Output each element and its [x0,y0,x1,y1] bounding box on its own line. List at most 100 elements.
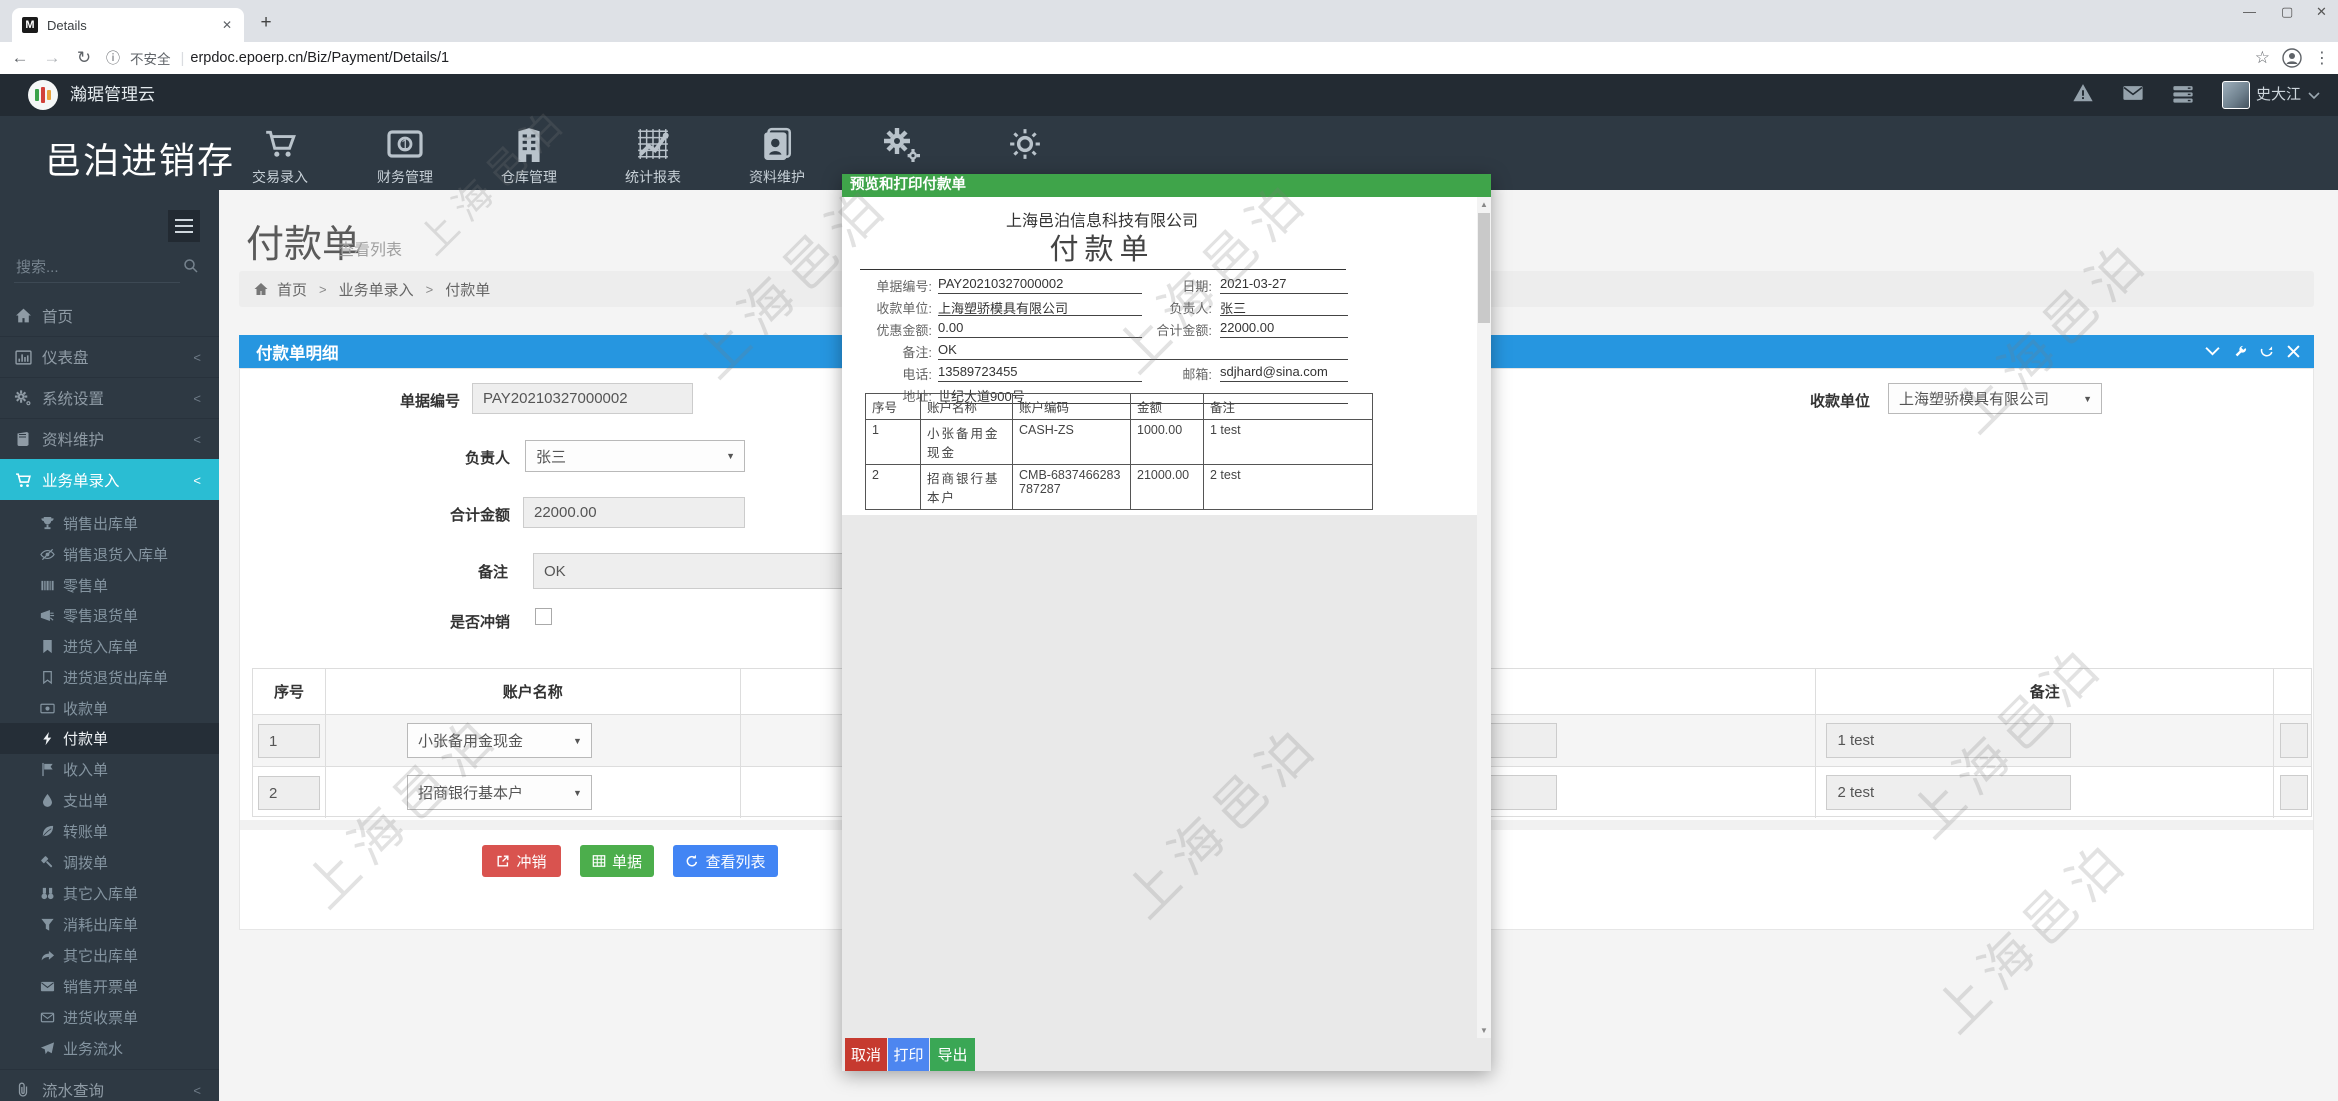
field-label: 优惠金额: [876,323,932,338]
sidebar-item-payment[interactable]: 付款单 [0,723,219,754]
sidebar-item-retail[interactable]: 零售单 [0,570,219,601]
menu-item-system[interactable] [841,124,961,167]
close-icon[interactable] [2287,345,2300,358]
reverse-checkbox[interactable] [535,608,552,625]
sidebar-item-purchase-invoice[interactable]: 进货收票单 [0,1002,219,1033]
forward-icon[interactable]: → [36,48,68,68]
reverse-button[interactable]: 冲销 [482,845,561,877]
row-no-input[interactable]: 1 [258,724,320,758]
wrench-icon[interactable] [2233,345,2247,359]
menu-item-theme[interactable] [965,124,1085,167]
sidebar-item-data-maintenance[interactable]: 资料维护 < [0,418,219,459]
profile-icon[interactable] [2282,48,2302,68]
sidebar-item-label: 收入单 [63,762,109,779]
window-maximize-icon[interactable]: ▢ [2281,4,2293,20]
sidebar-item-receipt[interactable]: 收款单 [0,693,219,724]
sidebar-item-sales-invoice[interactable]: 销售开票单 [0,971,219,1002]
field-value: 22000.00 [1220,320,1348,338]
modal-print-button[interactable]: 打印 [888,1038,929,1071]
sidebar-item-sales-return-inbound[interactable]: 销售退货入库单 [0,539,219,570]
user-name[interactable]: 史大江 [2256,82,2301,108]
sidebar-item-retail-return[interactable]: 零售退货单 [0,600,219,631]
back-icon[interactable]: ← [4,48,36,68]
modal-export-button[interactable]: 导出 [930,1038,975,1071]
sidebar-item-income[interactable]: 收入单 [0,754,219,785]
cart-icon [266,130,296,157]
sidebar-item-business-flow[interactable]: 业务流水 [0,1033,219,1064]
menu-item-warehouse[interactable]: 仓库管理 [469,124,589,187]
browser-menu-icon[interactable]: ⋮ [2314,48,2330,68]
sidebar-item-flow-query[interactable]: 流水查询 < [0,1069,219,1101]
row-account-select[interactable]: 小张备用金现金 ▼ [406,723,592,758]
modal-scrollbar[interactable]: ▲ ▼ [1477,197,1491,1038]
scrollbar-thumb[interactable] [1478,213,1490,323]
search-icon[interactable] [183,258,199,274]
row-extra-input-partial[interactable] [2280,775,2309,810]
sidebar-item-expense[interactable]: 支出单 [0,785,219,816]
brand-name[interactable]: 瀚琚管理云 [70,80,155,110]
row-remark-input[interactable]: 1 test [1826,723,2072,758]
sidebar-item-label: 进货收票单 [63,1010,139,1027]
sidebar-item-consume-outbound[interactable]: 消耗出库单 [0,909,219,940]
menu-item-finance[interactable]: 1 财务管理 [345,124,465,187]
sidebar-item-other-outbound[interactable]: 其它出库单 [0,940,219,971]
sidebar-toggle-icon[interactable] [168,210,200,242]
alert-icon[interactable] [2072,82,2094,104]
sidebar-item-transfer[interactable]: 转账单 [0,816,219,847]
row-account-select[interactable]: 招商银行基本户 ▼ [406,775,592,810]
sidebar-item-dashboard[interactable]: 仪表盘 < [0,336,219,377]
field-label: 合计金额: [1156,323,1212,338]
field-value: PAY20210327000002 [938,276,1142,294]
menu-item-reports[interactable]: 统计报表 [593,124,713,187]
payee-select[interactable]: 上海塑骄模具有限公司 ▼ [1888,383,2102,414]
user-avatar[interactable] [2222,81,2250,109]
row-extra-input-partial[interactable] [2280,723,2309,758]
view-list-button[interactable]: 查看列表 [673,845,778,877]
tab-title: Details [47,17,87,33]
doc-no-input[interactable]: PAY20210327000002 [472,383,693,414]
bookmark-star-icon[interactable]: ☆ [2255,48,2270,68]
refresh-icon[interactable] [2260,345,2274,359]
new-tab-button[interactable]: + [254,12,278,36]
doc-table-row: 1 小张备用金现金 CASH-ZS 1000.00 1 test [865,419,1373,465]
sidebar-item-purchase-inbound[interactable]: 进货入库单 [0,631,219,662]
sidebar-item-label: 其它入库单 [63,886,139,903]
sidebar-item-system-settings[interactable]: 系统设置 < [0,377,219,418]
total-input[interactable]: 22000.00 [523,497,745,528]
modal-cancel-button[interactable]: 取消 [845,1038,887,1071]
row-remark-input[interactable]: 2 test [1826,775,2072,810]
modal-title[interactable]: 预览和打印付款单 [842,174,1491,197]
sidebar-item-home[interactable]: 首页 [0,295,219,336]
collapse-chevron-down-icon[interactable] [2205,346,2220,357]
user-caret-down-icon[interactable] [2308,92,2320,100]
scroll-up-icon[interactable]: ▲ [1477,200,1491,209]
breadcrumb-business-entry[interactable]: 业务单录入 [339,279,414,300]
sidebar-item-sales-outbound[interactable]: 销售出库单 [0,508,219,539]
doc-button[interactable]: 单据 [580,845,654,877]
manager-select[interactable]: 张三 ▼ [525,440,745,472]
menu-item-transaction-entry[interactable]: 交易录入 [220,124,340,187]
doc-col-remark: 备注 [1203,393,1373,420]
browser-tab[interactable]: M Details ✕ [12,8,244,42]
doc-cell-amount: 1000.00 [1130,419,1204,465]
sidebar-item-purchase-return-outbound[interactable]: 进货退货出库单 [0,662,219,693]
sidebar-item-business-entry[interactable]: 业务单录入 < [0,459,219,500]
scroll-down-icon[interactable]: ▼ [1477,1026,1491,1035]
sidebar-search-input[interactable] [14,252,180,283]
sidebar-item-allocation[interactable]: 调拨单 [0,847,219,878]
doc-no-label: 单据编号 [399,393,460,410]
sidebar-item-other-inbound[interactable]: 其它入库单 [0,878,219,909]
security-label[interactable]: 不安全 [130,48,171,68]
tab-close-icon[interactable]: ✕ [220,16,234,34]
tab-favicon: M [22,17,38,33]
breadcrumb-home[interactable]: 首页 [277,279,307,300]
window-close-icon[interactable]: ✕ [2316,4,2327,20]
reload-icon[interactable]: ↻ [68,48,100,68]
tasks-icon[interactable] [2172,82,2194,104]
menu-item-data-maintenance[interactable]: 资料维护 [717,124,837,187]
mail-icon[interactable] [2122,82,2144,104]
window-minimize-icon[interactable]: — [2243,4,2256,19]
row-no-input[interactable]: 2 [258,776,320,810]
url-text[interactable]: erpdoc.epoerp.cn/Biz/Payment/Details/1 [190,50,449,66]
site-info-icon[interactable]: ⓘ [100,48,126,68]
